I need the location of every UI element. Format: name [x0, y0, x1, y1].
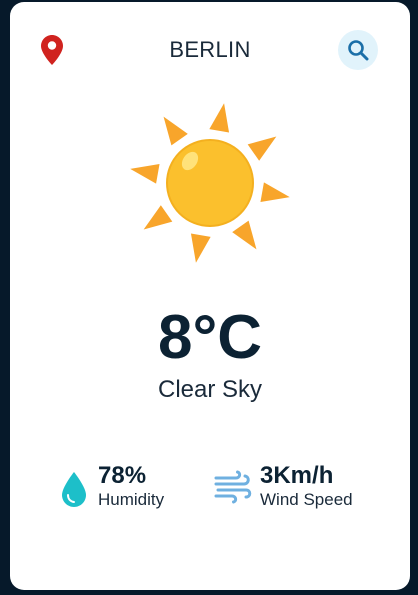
wind-label: Wind Speed [260, 490, 353, 509]
wind-stat: 3Km/h Wind Speed [214, 460, 384, 516]
humidity-stat: 78% Humidity [60, 460, 190, 516]
humidity-value: 78% [98, 462, 147, 489]
temperature: 8°C [157, 303, 263, 372]
weather-card: BERLIN 8°C Clear Sky 78% Humidity 3Km/h … [10, 2, 410, 590]
humidity-label: Humidity [98, 490, 165, 509]
water-drop-icon [62, 472, 86, 507]
wind-value: 3Km/h [260, 462, 334, 489]
weather-description: Clear Sky [157, 376, 263, 403]
wind-icon [214, 470, 252, 504]
search-button[interactable] [338, 30, 378, 70]
search-icon [348, 40, 369, 61]
sun-icon [130, 103, 290, 263]
